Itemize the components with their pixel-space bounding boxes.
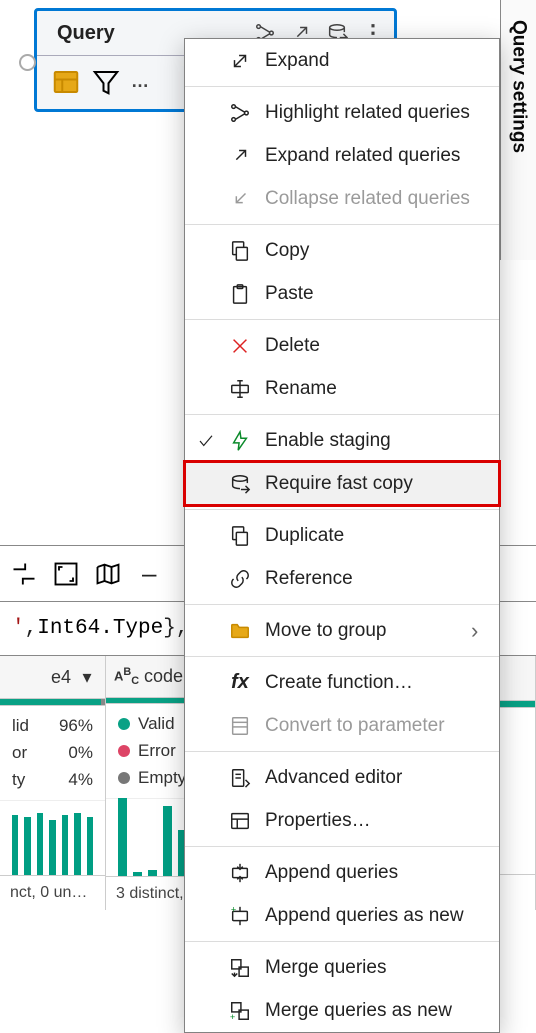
map-icon[interactable]: [94, 560, 122, 588]
menu-item-label: Append queries: [265, 862, 487, 884]
delete-icon: [229, 335, 251, 357]
formula-text: ,: [25, 617, 38, 640]
menu-item-highlight-related-queries[interactable]: Highlight related queries: [185, 91, 499, 134]
menu-item-label: Expand: [265, 50, 487, 72]
copy-icon: [229, 240, 251, 262]
expand-arrow-icon: [229, 145, 251, 167]
menu-item-label: Merge queries as new: [265, 1000, 487, 1022]
menu-item-create-function-[interactable]: fx Create function…: [185, 661, 499, 704]
paste-icon: [229, 283, 251, 305]
menu-item-append-queries-as-new[interactable]: + Append queries as new: [185, 894, 499, 937]
menu-item-label: Convert to parameter: [265, 715, 487, 737]
svg-text:+: +: [230, 1012, 235, 1022]
svg-text:+: +: [231, 905, 236, 914]
merge-new-icon: +: [229, 1000, 251, 1022]
menu-item-label: Create function…: [265, 672, 487, 694]
parameter-icon: [229, 715, 251, 737]
quality-bar: [0, 699, 105, 706]
stat-row: ty4%: [12, 770, 93, 790]
menu-item-append-queries[interactable]: Append queries: [185, 851, 499, 894]
column-header[interactable]: e4 ▾: [0, 656, 105, 699]
stat-value: 96%: [59, 716, 93, 736]
stat-value: 4%: [68, 770, 93, 790]
staging-icon: [229, 430, 251, 452]
menu-item-label: Collapse related queries: [265, 188, 487, 210]
properties-icon: [229, 810, 251, 832]
menu-item-advanced-editor[interactable]: Advanced editor: [185, 756, 499, 799]
stat-label: ty: [12, 770, 68, 790]
menu-item-reference[interactable]: Reference: [185, 557, 499, 600]
menu-item-label: Advanced editor: [265, 767, 487, 789]
chevron-right-icon: ›: [471, 618, 487, 644]
menu-item-expand[interactable]: Expand: [185, 39, 499, 82]
fast-copy-icon: [229, 473, 251, 495]
menu-item-label: Duplicate: [265, 525, 487, 547]
stat-value: 0%: [68, 743, 93, 763]
menu-item-move-to-group[interactable]: Move to group ›: [185, 609, 499, 652]
menu-item-label: Rename: [265, 378, 487, 400]
histogram: [0, 800, 105, 875]
stat-label: or: [12, 743, 68, 763]
type-icon: ABC: [114, 666, 138, 687]
highlight-icon: [229, 102, 251, 124]
merge-icon: [229, 957, 251, 979]
menu-item-convert-to-parameter: Convert to parameter: [185, 704, 499, 747]
grid-column: e4 ▾ lid96% or0% ty4% nct, 0 un…: [0, 656, 106, 910]
expand-icon: [229, 50, 251, 72]
menu-item-require-fast-copy[interactable]: Require fast copy: [185, 462, 499, 505]
column-footer: nct, 0 un…: [0, 875, 105, 910]
query-settings-panel[interactable]: Query settings: [500, 0, 536, 260]
menu-item-label: Paste: [265, 283, 487, 305]
append-new-icon: +: [229, 905, 251, 927]
advanced-editor-icon: [229, 767, 251, 789]
formula-text: Int64.Type: [37, 617, 163, 640]
menu-item-label: Merge queries: [265, 957, 487, 979]
menu-item-rename[interactable]: Rename: [185, 367, 499, 410]
append-icon: [229, 862, 251, 884]
filter-icon: [91, 67, 121, 97]
menu-item-paste[interactable]: Paste: [185, 272, 499, 315]
context-menu: Expand Highlight related queries Expand re…: [184, 38, 500, 1033]
menu-item-label: Require fast copy: [265, 473, 487, 495]
menu-item-merge-queries[interactable]: Merge queries: [185, 946, 499, 989]
menu-item-label: Expand related queries: [265, 145, 487, 167]
fit-icon[interactable]: [52, 560, 80, 588]
menu-item-label: Properties…: [265, 810, 487, 832]
column-name: e4: [8, 667, 71, 688]
collapse-arrow-icon: [229, 188, 251, 210]
reference-icon: [229, 568, 251, 590]
menu-item-label: Reference: [265, 568, 487, 590]
menu-item-label: Enable staging: [265, 430, 487, 452]
menu-item-expand-related-queries[interactable]: Expand related queries: [185, 134, 499, 177]
table-source-icon: [51, 67, 81, 97]
menu-item-duplicate[interactable]: Duplicate: [185, 514, 499, 557]
menu-item-label: Copy: [265, 240, 487, 262]
menu-item-copy[interactable]: Copy: [185, 229, 499, 272]
eraser-icon[interactable]: [10, 560, 38, 588]
more-steps[interactable]: …: [131, 71, 149, 92]
menu-item-label: Move to group: [265, 620, 457, 642]
folder-icon: [229, 620, 251, 642]
dropdown-icon[interactable]: ▾: [77, 667, 97, 687]
node-connector[interactable]: [19, 54, 36, 71]
menu-item-collapse-related-queries: Collapse related queries: [185, 177, 499, 220]
menu-item-properties-[interactable]: Properties…: [185, 799, 499, 842]
zoom-indicator: –: [142, 558, 156, 589]
check-icon: [197, 432, 215, 450]
menu-item-delete[interactable]: Delete: [185, 324, 499, 367]
menu-item-label: Append queries as new: [265, 905, 487, 927]
menu-item-label: Delete: [265, 335, 487, 357]
formula-text: ': [12, 617, 25, 640]
formula-text: }: [163, 617, 176, 640]
duplicate-icon: [229, 525, 251, 547]
stat-label: lid: [12, 716, 59, 736]
menu-item-enable-staging[interactable]: Enable staging: [185, 419, 499, 462]
query-settings-label: Query settings: [508, 20, 530, 153]
rename-icon: [229, 378, 251, 400]
fx-icon: fx: [229, 672, 251, 694]
stat-row: lid96%: [12, 716, 93, 736]
menu-item-label: Highlight related queries: [265, 102, 487, 124]
menu-item-merge-queries-as-new[interactable]: + Merge queries as new: [185, 989, 499, 1032]
stat-row: or0%: [12, 743, 93, 763]
